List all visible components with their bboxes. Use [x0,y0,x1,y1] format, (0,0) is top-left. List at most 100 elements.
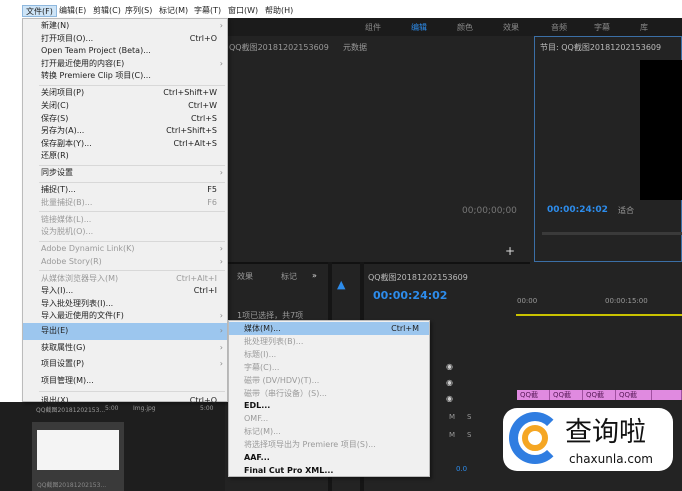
solo-button[interactable]: S [467,431,471,439]
export-menu-item[interactable]: Final Cut Pro XML... [229,464,429,477]
tab-markers[interactable]: 标记 [281,271,297,282]
export-menu-item[interactable]: 标题(I)... [229,348,429,361]
timeline-timecode[interactable]: 00:00:24:02 [373,289,447,302]
tab-effects[interactable]: 效果 [237,271,253,282]
workspace-tab[interactable]: 字幕 [594,22,610,33]
file-menu-item[interactable]: 导入(I)... Ctrl+I [23,285,227,298]
export-menu-item[interactable]: AAF... [229,451,429,464]
file-menu-item[interactable]: 保存(S) Ctrl+S [23,113,227,126]
export-menu-item[interactable]: 批处理列表(B)... [229,335,429,348]
mute-button[interactable]: M [449,413,455,421]
export-submenu: 媒体(M)... Ctrl+M 批处理列表(B)... 标题(I)... 字幕(C)..… [228,320,430,477]
file-menu-item[interactable]: 打开最近使用的内容(E) › [23,58,227,71]
export-menu-item[interactable]: 字幕(C)... [229,361,429,374]
menu-7[interactable]: 帮助(H) [262,5,296,17]
menu-item-label: 保存副本(Y)... [41,138,92,148]
watermark-url: chaxunla.com [569,452,653,466]
clip-thumbnail[interactable]: QQ截图20181202153... [32,422,124,491]
menu-item-shortcut: Ctrl+Shift+W [163,88,217,98]
workspace-tab[interactable]: 库 [640,22,648,33]
menu-separator [39,211,225,213]
more-panels-icon[interactable]: » [312,271,317,280]
file-menu-item[interactable]: 保存副本(Y)... Ctrl+Alt+S [23,138,227,151]
file-menu-item[interactable]: 另存为(A)... Ctrl+Shift+S [23,125,227,138]
source-timecode: 00;00;00;00 [462,206,517,216]
menu-3[interactable]: 序列(S) [122,5,155,17]
timeline-clip[interactable]: QQ截 [550,390,583,400]
workspace-tab[interactable]: 编辑 [411,22,427,33]
program-title[interactable]: 节目: QQ截图20181202153609 [540,42,661,53]
file-menu-item[interactable]: 还原(R) [23,150,227,163]
program-timecode[interactable]: 00:00:24:02 [547,205,608,215]
menu-5[interactable]: 字幕(T) [191,5,224,17]
menu-0[interactable]: 文件(F) [22,5,57,17]
volume-value[interactable]: 0.0 [456,465,467,473]
file-menu-item[interactable]: 关闭(C) Ctrl+W [23,100,227,113]
timeline-title[interactable]: QQ截图20181202153609 [368,272,468,283]
menu-item-label: 还原(R) [41,151,69,161]
eye-icon[interactable]: ◉ [446,394,453,403]
file-menu-item[interactable]: 新建(N) › [23,20,227,33]
file-menu-item[interactable]: 关闭项目(P) Ctrl+Shift+W [23,87,227,100]
file-menu-item[interactable]: 导入批处理列表(I)... [23,298,227,311]
playhead-scrubber[interactable] [542,232,682,235]
menu-6[interactable]: 窗口(W) [225,5,261,17]
timeline-clip[interactable] [652,390,682,400]
export-menu-item[interactable]: 将选择项导出为 Premiere 项目(S)... [229,438,429,451]
file-menu-item[interactable]: 打开项目(O)... Ctrl+O [23,33,227,46]
file-menu-item[interactable]: 获取属性(G) › [23,340,227,357]
menu-item-label: 设为脱机(O)... [41,227,94,237]
file-menu-item[interactable]: Adobe Story(R) › [23,256,227,269]
file-menu-item[interactable]: 设为脱机(O)... [23,226,227,239]
file-menu-item[interactable]: 链接媒体(L)... [23,214,227,227]
menu-4[interactable]: 标记(M) [156,5,191,17]
menu-separator [39,270,225,272]
menu-item-label: 字幕(C)... [244,362,280,372]
menu-item-label: 将选择项导出为 Premiere 项目(S)... [244,440,376,450]
file-menu-item[interactable]: 项目设置(P) › [23,356,227,373]
metadata-tab[interactable]: 元数据 [343,42,367,53]
export-menu-item[interactable]: 磁带（串行设备）(S)... [229,387,429,400]
timeline-clip[interactable]: QQ截 [517,390,550,400]
menu-item-label: Adobe Story(R) [41,256,102,266]
program-video [640,60,682,200]
file-menu-item[interactable]: 转换 Premiere Clip 项目(C)... [23,70,227,83]
fit-dropdown[interactable]: 适合 [618,205,634,216]
file-menu-item[interactable]: Open Team Project (Beta)... [23,45,227,58]
file-menu-item[interactable]: 批量捕捉(B)... F6 [23,197,227,210]
workspace-tab[interactable]: 颜色 [457,22,473,33]
timeline-clip[interactable]: QQ截 [616,390,652,400]
eye-icon[interactable]: ◉ [446,378,453,387]
work-area-bar[interactable] [516,314,682,316]
workspace-tab[interactable]: 音频 [551,22,567,33]
mute-button[interactable]: M [449,431,455,439]
add-button[interactable]: + [505,244,515,258]
divider [225,262,530,264]
menu-item-label: 批量捕捉(B)... [41,197,93,207]
file-menu-item[interactable]: 项目管理(M)... [23,373,227,390]
file-menu-item[interactable]: 导入最近使用的文件(F) › [23,310,227,323]
source-panel-title[interactable]: QQ截图20181202153609 [229,42,329,53]
workspace-tab[interactable]: 效果 [503,22,519,33]
timeline-clip[interactable]: QQ截 [583,390,616,400]
export-menu-item[interactable]: 磁带 (DV/HDV)(T)... [229,374,429,387]
menu-2[interactable]: 剪辑(C) [90,5,124,17]
file-menu-item[interactable]: 捕捉(T)... F5 [23,184,227,197]
export-menu-item[interactable]: 标记(M)... [229,425,429,438]
file-menu-item[interactable]: 退出(X) Ctrl+Q [23,393,227,410]
menu-1[interactable]: 编辑(E) [56,5,89,17]
export-menu-item[interactable]: EDL... [229,399,429,412]
menu-item-label: Open Team Project (Beta)... [41,46,151,56]
file-menu-item[interactable]: 导出(E) › [23,323,227,340]
selection-tool-icon[interactable]: ▲ [337,278,345,291]
file-menu-item[interactable]: 从媒体浏览器导入(M) Ctrl+Alt+I [23,273,227,286]
file-menu-item[interactable]: 同步设置 › [23,167,227,180]
menu-item-label: 退出(X) [41,396,69,406]
solo-button[interactable]: S [467,413,471,421]
workspace-tab[interactable]: 组件 [365,22,381,33]
eye-icon[interactable]: ◉ [446,362,453,371]
menu-item-label: EDL... [244,401,271,411]
export-menu-item[interactable]: 媒体(M)... Ctrl+M [229,322,429,335]
file-menu-item[interactable]: Adobe Dynamic Link(K) › [23,243,227,256]
export-menu-item[interactable]: OMF... [229,412,429,425]
